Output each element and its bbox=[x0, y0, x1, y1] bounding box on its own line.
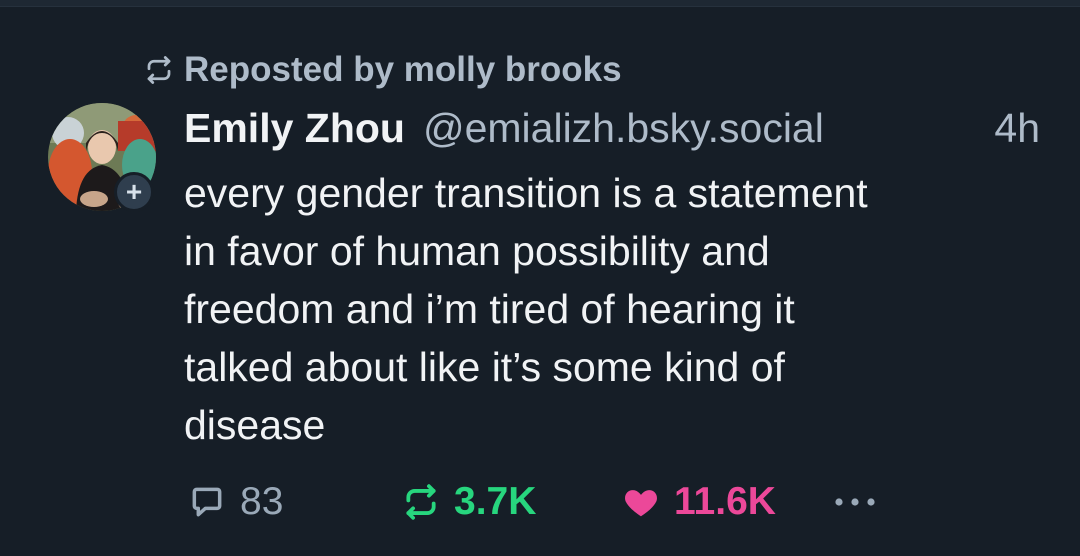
post-header: Emily Zhou @emializh.bsky.social 4h bbox=[184, 100, 1054, 156]
plus-icon: + bbox=[125, 176, 143, 207]
repost-count: 3.7K bbox=[454, 480, 537, 523]
post-item[interactable]: Reposted by molly brooks + Emily Zhou @e… bbox=[0, 0, 1080, 556]
more-icon bbox=[832, 492, 878, 512]
comment-icon bbox=[188, 483, 226, 521]
like-count: 11.6K bbox=[674, 480, 776, 523]
reply-button[interactable]: 83 bbox=[188, 474, 283, 530]
author-display-name[interactable]: Emily Zhou bbox=[184, 105, 405, 152]
repost-label: Reposted by molly brooks bbox=[184, 50, 622, 89]
repost-button[interactable]: 3.7K bbox=[402, 474, 536, 530]
post-actions: 83 3.7K 11.6K bbox=[184, 474, 1064, 530]
post-text: every gender transition is a statement i… bbox=[184, 170, 868, 448]
repost-icon bbox=[144, 55, 174, 85]
like-button[interactable]: 11.6K bbox=[622, 474, 776, 530]
post-timestamp[interactable]: 4h bbox=[994, 100, 1040, 156]
author-handle[interactable]: @emializh.bsky.social bbox=[423, 105, 824, 152]
repost-context[interactable]: Reposted by molly brooks bbox=[144, 48, 622, 92]
heart-icon bbox=[622, 483, 660, 521]
repost-icon bbox=[402, 483, 440, 521]
more-options-button[interactable] bbox=[832, 474, 878, 530]
reply-count: 83 bbox=[240, 480, 284, 523]
follow-badge-button[interactable]: + bbox=[114, 172, 154, 212]
